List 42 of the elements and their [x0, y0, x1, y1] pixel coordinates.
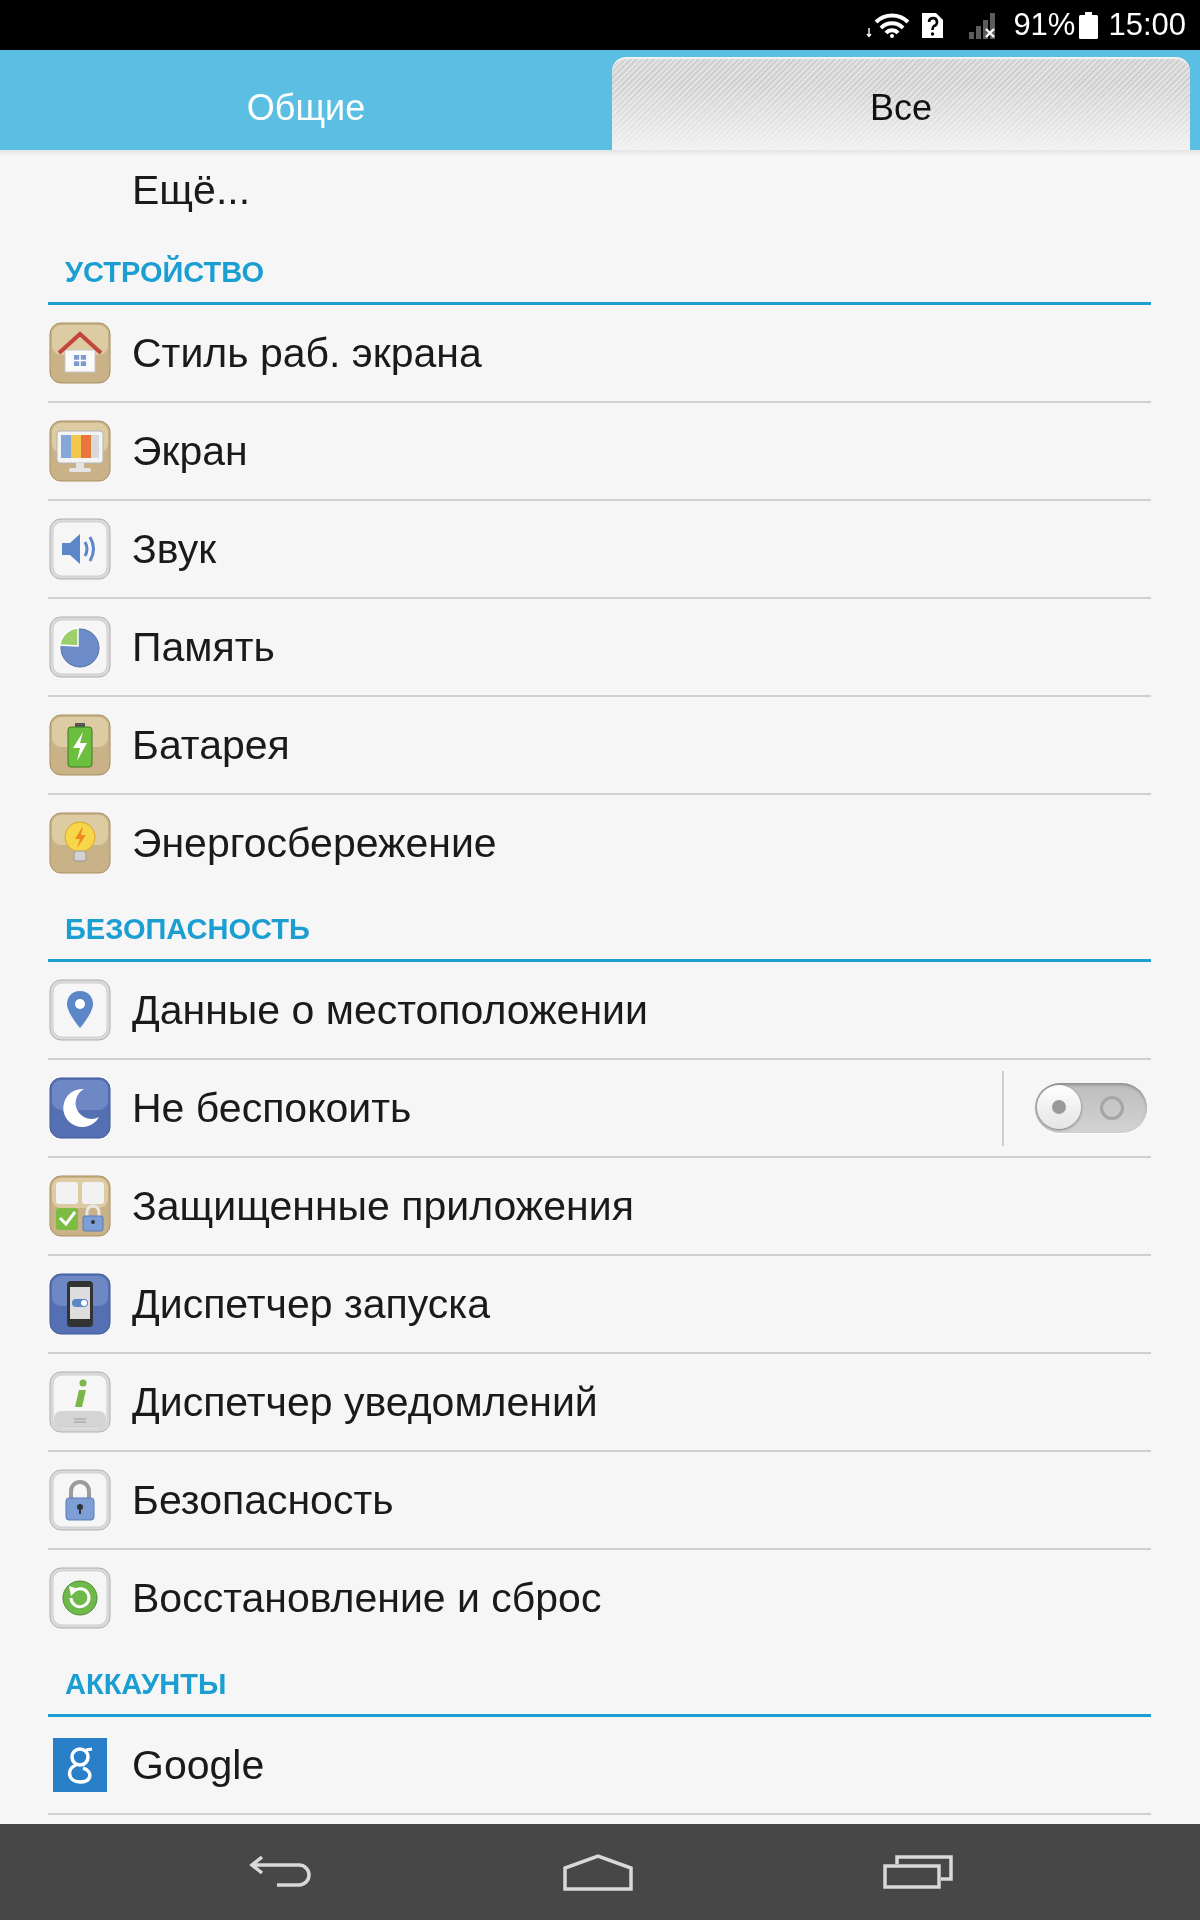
settings-item[interactable]: Звук [48, 501, 1151, 599]
pie-chart-icon [49, 616, 111, 678]
battery-icon [1079, 11, 1099, 39]
settings-item[interactable]: Защищенные приложения [48, 1158, 1151, 1256]
settings-item[interactable]: Восстановление и сброс [48, 1550, 1151, 1648]
battery-icon [49, 714, 111, 776]
clock: 15:00 [1108, 7, 1186, 43]
speaker-icon [49, 518, 111, 580]
recent-apps-icon[interactable] [883, 1855, 953, 1889]
home-icon[interactable] [562, 1853, 634, 1891]
settings-item[interactable]: Безопасность [48, 1452, 1151, 1550]
back-icon[interactable] [247, 1855, 313, 1889]
padlock-icon [49, 1469, 111, 1531]
monitor-icon [49, 420, 111, 482]
settings-item[interactable]: Энергосбережение [48, 795, 1151, 893]
section-title: АККАУНТЫ [65, 1667, 227, 1701]
house-icon [49, 322, 111, 384]
location-pin-icon [49, 979, 111, 1041]
settings-item[interactable]: Память [48, 599, 1151, 697]
settings-item[interactable]: Диспетчер запуска [48, 1256, 1151, 1354]
battery-percentage: 91% [1013, 7, 1076, 43]
phone-toggle-icon [49, 1273, 111, 1335]
lightbulb-icon [49, 812, 111, 874]
restore-icon [49, 1567, 111, 1629]
sim-card-icon [921, 11, 945, 39]
section-title: БЕЗОПАСНОСТЬ [65, 912, 310, 946]
section-title: УСТРОЙСТВО [65, 255, 265, 289]
settings-item[interactable]: Google [48, 1717, 1151, 1815]
wifi-icon [866, 12, 911, 38]
tab[interactable]: Все [612, 57, 1190, 150]
info-icon [49, 1371, 111, 1433]
settings-item[interactable]: Не беспокоить [48, 1060, 1151, 1158]
settings-item[interactable]: Стиль раб. экрана [48, 305, 1151, 403]
settings-item[interactable]: Батарея [48, 697, 1151, 795]
settings-item[interactable]: Экран [48, 403, 1151, 501]
letter-g-icon [53, 1738, 107, 1792]
settings-item[interactable]: Диспетчер уведомлений [48, 1354, 1151, 1452]
settings-item[interactable]: Ещё... [0, 150, 1200, 236]
apps-lock-icon [49, 1175, 111, 1237]
toggle-switch[interactable] [1035, 1083, 1147, 1133]
settings-item[interactable]: Данные о местоположении [48, 962, 1151, 1060]
crescent-moon-icon [49, 1077, 111, 1139]
